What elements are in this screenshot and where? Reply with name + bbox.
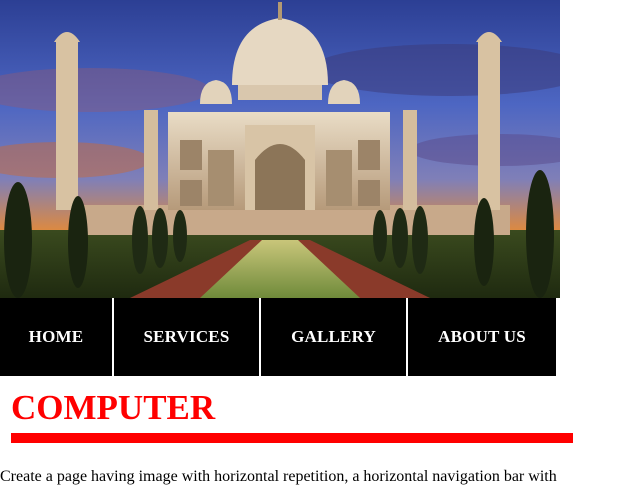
page-title: COMPUTER [11,388,216,427]
body-paragraph: Create a page having image with horizont… [0,468,557,485]
taj-mahal-photo [0,0,560,298]
nav-services[interactable]: SERVICES [114,298,259,376]
horizontal-nav-bar: HOME SERVICES GALLERY ABOUT US [0,298,560,376]
nav-gallery[interactable]: GALLERY [261,298,406,376]
banner-image [0,0,560,298]
nav-home[interactable]: HOME [0,298,112,376]
nav-about-us[interactable]: ABOUT US [408,298,556,376]
title-underline-rule [11,433,573,443]
